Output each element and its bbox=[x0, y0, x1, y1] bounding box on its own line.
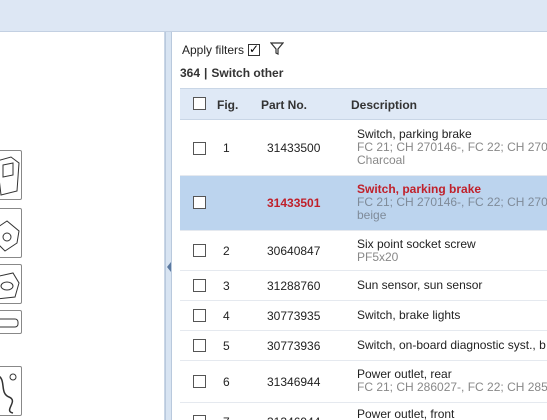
row-part-no: 31346944 bbox=[267, 375, 321, 389]
row-fig: 6 bbox=[223, 375, 230, 389]
row-description-main: Switch, on-board diagnostic syst., b bbox=[357, 339, 546, 352]
group-separator: | bbox=[204, 66, 208, 80]
row-fig: 2 bbox=[223, 244, 230, 258]
row-description-sub2: beige bbox=[357, 208, 387, 222]
illustration-pane bbox=[0, 32, 165, 420]
row-checkbox[interactable] bbox=[193, 279, 206, 292]
row-checkbox[interactable] bbox=[193, 415, 206, 420]
row-checkbox[interactable] bbox=[193, 196, 206, 209]
collapse-left-icon[interactable] bbox=[167, 262, 171, 272]
table-row[interactable]: 5 30773936 Switch, on-board diagnostic s… bbox=[180, 331, 547, 361]
row-description-main: Switch, brake lights bbox=[357, 309, 461, 322]
top-toolbar bbox=[0, 0, 547, 32]
apply-filters-checkbox[interactable] bbox=[248, 42, 261, 56]
parts-list-pane: Apply filters 364|Switch other Fig. Part… bbox=[172, 32, 547, 420]
row-fig: 4 bbox=[223, 309, 230, 323]
row-part-no: 31433500 bbox=[267, 141, 321, 155]
group-name: Switch other bbox=[211, 66, 284, 80]
row-description: Sun sensor, sun sensor bbox=[357, 279, 547, 292]
table-row[interactable]: 2 30640847 Six point socket screw PF5x20 bbox=[180, 231, 547, 271]
row-part-no: 31346944 bbox=[267, 415, 320, 420]
row-checkbox[interactable] bbox=[193, 309, 206, 322]
row-description-sub: PF5x20 bbox=[357, 250, 399, 264]
table-row[interactable]: 1 31433500 Switch, parking brake FC 21; … bbox=[180, 120, 547, 176]
row-checkbox[interactable] bbox=[193, 339, 206, 352]
row-checkbox[interactable] bbox=[193, 375, 206, 388]
row-description: Switch, parking brake FC 21; CH 270146-,… bbox=[357, 128, 547, 167]
table-header: Fig. Part No. Description bbox=[180, 89, 547, 120]
row-description-main: Power outlet, front bbox=[357, 408, 455, 420]
row-fig: 7 bbox=[223, 415, 230, 420]
row-part-no: 31433501 bbox=[267, 196, 321, 210]
parts-table: Fig. Part No. Description 1 31433500 Swi… bbox=[180, 88, 547, 420]
row-checkbox[interactable] bbox=[193, 142, 206, 155]
row-part-no: 30773935 bbox=[267, 309, 321, 323]
row-part-no: 30773936 bbox=[267, 339, 321, 353]
table-row[interactable]: 6 31346944 Power outlet, rear FC 21; CH … bbox=[180, 361, 547, 403]
table-row-selected[interactable]: 31433501 Switch, parking brake FC 21; CH… bbox=[180, 176, 547, 231]
column-fig[interactable]: Fig. bbox=[217, 98, 238, 112]
row-description-sub: FC 21; CH 286027-, FC 22; CH 285 bbox=[357, 380, 547, 394]
table-row[interactable]: 7 31346944 Power outlet, front bbox=[180, 403, 547, 420]
group-title: 364 | Switch other bbox=[180, 66, 283, 80]
part-thumbnail-bracket[interactable] bbox=[0, 208, 22, 258]
row-description: Power outlet, rear FC 21; CH 286027-, FC… bbox=[357, 368, 547, 394]
table-row[interactable]: 4 30773935 Switch, brake lights bbox=[180, 301, 547, 331]
column-description[interactable]: Description bbox=[351, 98, 417, 112]
row-description: Switch, parking brake FC 21; CH 270146-,… bbox=[357, 183, 547, 222]
group-number: 364 bbox=[180, 66, 201, 80]
row-description: Power outlet, front bbox=[357, 408, 547, 420]
filter-bar: Apply filters bbox=[182, 42, 285, 58]
row-fig: 5 bbox=[223, 339, 230, 353]
row-description: Six point socket screw PF5x20 bbox=[357, 238, 547, 264]
row-description-sub2: Charcoal bbox=[357, 153, 406, 167]
part-thumbnail-switch[interactable] bbox=[0, 150, 22, 200]
row-part-no: 30640847 bbox=[267, 244, 321, 258]
row-description: Switch, on-board diagnostic syst., b bbox=[357, 339, 547, 352]
row-checkbox[interactable] bbox=[193, 244, 206, 257]
row-fig: 1 bbox=[223, 141, 230, 155]
apply-filters-label: Apply filters bbox=[182, 43, 245, 57]
row-part-no: 31288760 bbox=[267, 279, 321, 293]
select-all-checkbox[interactable] bbox=[193, 97, 206, 110]
part-thumbnail-cable[interactable] bbox=[0, 366, 22, 416]
pane-splitter[interactable] bbox=[165, 32, 172, 420]
filter-funnel-icon[interactable] bbox=[269, 42, 285, 58]
row-description: Switch, brake lights bbox=[357, 309, 547, 322]
table-row[interactable]: 3 31288760 Sun sensor, sun sensor bbox=[180, 271, 547, 301]
part-thumbnail-outlet[interactable] bbox=[0, 264, 22, 304]
row-description-main: Sun sensor, sun sensor bbox=[357, 279, 483, 292]
column-part-no[interactable]: Part No. bbox=[261, 98, 307, 112]
part-thumbnail-screw[interactable] bbox=[0, 310, 22, 334]
row-fig: 3 bbox=[223, 279, 230, 293]
